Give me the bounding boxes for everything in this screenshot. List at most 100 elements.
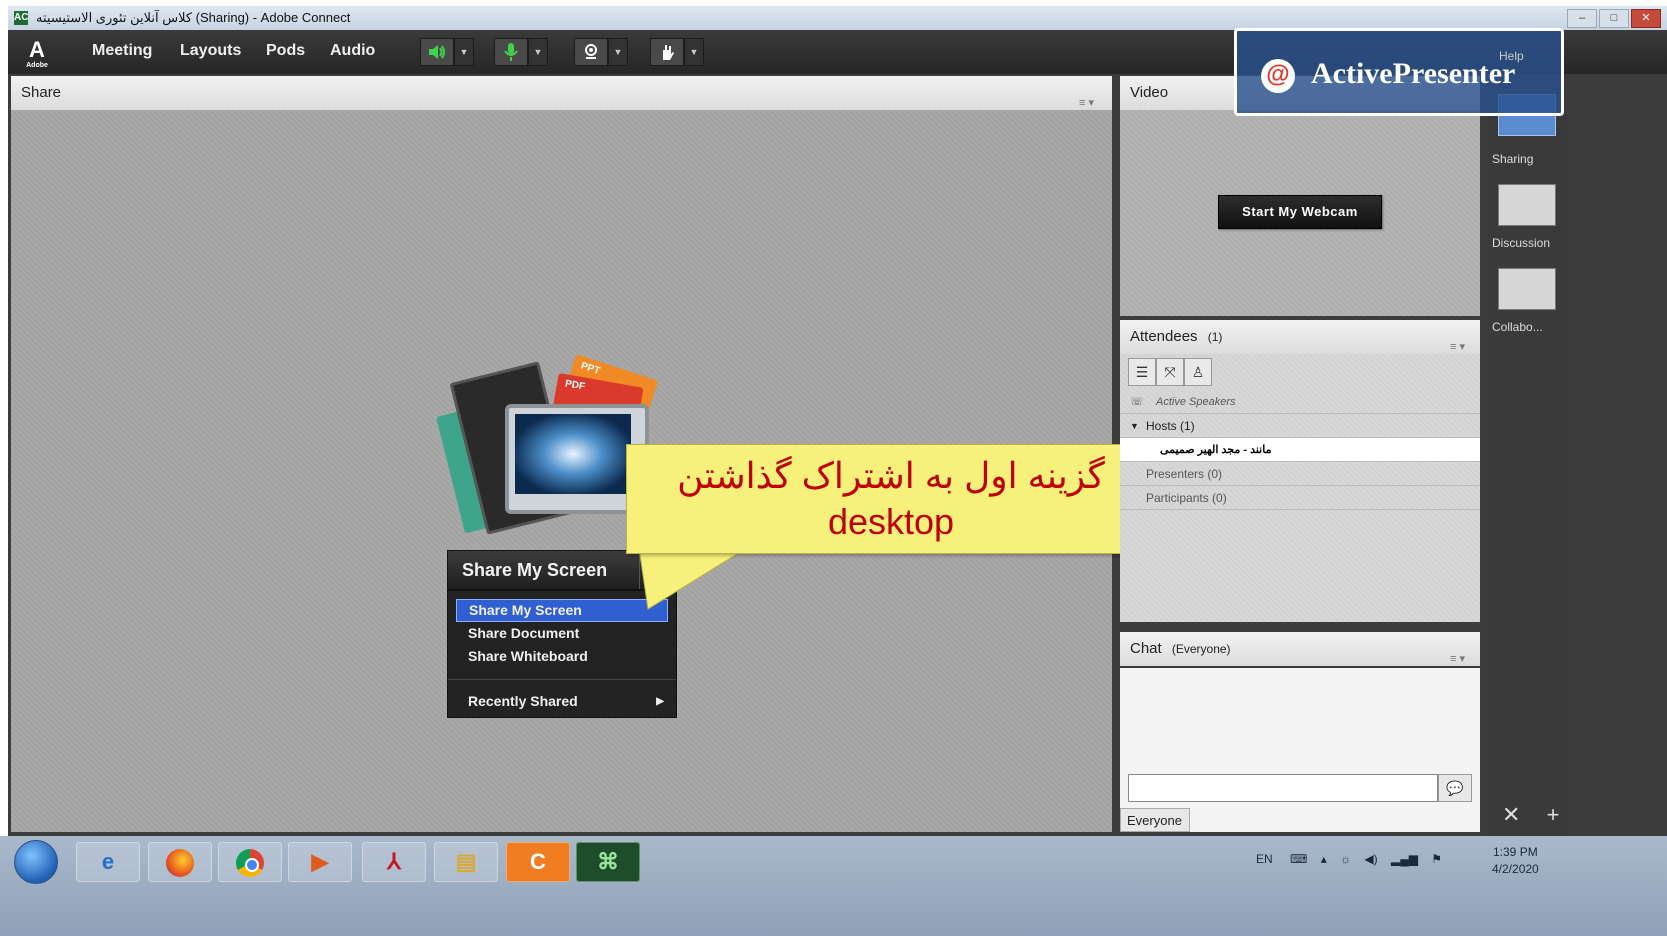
menu-pods[interactable]: Pods [266,42,305,60]
speaker-dropdown-icon[interactable]: ▼ [454,38,474,66]
callout-line-2: desktop [827,501,955,542]
chrome-icon[interactable] [218,842,282,882]
windows-taskbar: e ▶ ⅄ ▤ C ⌘ EN ⌨ ▴ ☼ ◀) ▂▄▆ ⚑ 1:39 PM 4/… [0,836,1667,936]
callout-box: گزینه اول به اشتراک گذاشتن desktop [626,444,1156,554]
help-link[interactable]: Help [1499,49,1524,63]
breakout-view-icon[interactable]: ⤧ [1156,358,1184,386]
flag-icon[interactable]: ⚑ [1431,852,1442,866]
presenters-group-row[interactable]: Presenters (0) [1120,462,1480,486]
close-button[interactable]: ✕ [1631,9,1661,28]
layout-sharing-label: Sharing [1492,152,1534,166]
recently-shared-label: Recently Shared [468,693,578,709]
menu-audio[interactable]: Audio [330,42,375,60]
raise-hand-icon[interactable] [650,38,684,66]
webcam-icon[interactable] [574,38,608,66]
menu-layouts[interactable]: Layouts [180,42,241,60]
active-speakers-icon: ☏ [1130,396,1144,408]
raise-hand-control: ▼ [650,38,704,66]
signal-icon[interactable]: ▂▄▆ [1391,852,1418,866]
video-pod-title: Video [1130,84,1169,101]
chat-send-icon[interactable]: 💬 [1438,774,1472,802]
system-clock[interactable]: 1:39 PM 4/2/2020 [1492,844,1539,878]
menu-item-share-document[interactable]: Share Document [456,622,668,645]
minimize-button[interactable]: – [1567,9,1597,28]
add-layout-icon[interactable]: + [1547,802,1560,827]
submenu-arrow-icon: ▶ [656,696,664,707]
microphone-dropdown-icon[interactable]: ▼ [528,38,548,66]
tray-expand-icon[interactable]: ▴ [1321,852,1327,866]
acrobat-icon[interactable]: ⅄ [362,842,426,882]
expand-arrow-icon[interactable]: ▼ [1130,414,1139,438]
hosts-group-row[interactable]: ▼ Hosts (1) [1120,414,1480,438]
microphone-control: ▼ [494,38,548,66]
activepresenter-logo-icon: @ [1261,59,1295,93]
menu-item-recently-shared[interactable]: Recently Shared ▶ [456,690,668,713]
host-attendee-name: مانند - مجد الهیر صمیمی [1160,444,1272,456]
chat-tab-everyone[interactable]: Everyone [1120,808,1190,832]
ppt-badge: PPT [579,360,602,377]
pdf-badge: PDF [564,378,586,393]
status-view-icon[interactable]: ♙ [1184,358,1212,386]
adobe-connect-window: AC کلاس آنلاین تئوری الاستیسیته (Sharing… [8,6,1667,936]
active-speakers-label: Active Speakers [1156,396,1236,408]
file-explorer-icon[interactable]: ▤ [434,842,498,882]
layout-collaboration-thumbnail[interactable] [1498,268,1556,310]
attendees-view-toolbar: ☰ ⤧ ♙ [1128,358,1212,386]
callout-line-1: گزینه اول به اشتراک گذاشتن [677,455,1105,496]
hosts-group-label: Hosts (1) [1146,419,1195,433]
language-indicator[interactable]: EN [1256,852,1273,866]
participants-group-row[interactable]: Participants (0) [1120,486,1480,510]
system-tray: EN ⌨ ▴ ☼ ◀) ▂▄▆ ⚑ [1256,852,1442,866]
raise-hand-dropdown-icon[interactable]: ▼ [684,38,704,66]
share-pod-header: Share ≡ ▾ [11,76,1112,110]
layout-settings-icon[interactable]: ✕ [1502,802,1520,827]
menu-item-share-whiteboard[interactable]: Share Whiteboard [456,645,668,668]
host-attendee-row[interactable]: مانند - مجد الهیر صمیمی [1120,438,1480,462]
adobe-logo: A Adobe [22,36,52,69]
webcam-dropdown-icon[interactable]: ▼ [608,38,628,66]
microphone-icon[interactable] [494,38,528,66]
list-view-icon[interactable]: ☰ [1128,358,1156,386]
layouts-bar: Sharing Discussion Collabo... [1488,74,1567,836]
media-player-icon[interactable]: ▶ [288,842,352,882]
app-icon: AC [14,11,29,25]
speaker-icon[interactable] [420,38,454,66]
webcam-control: ▼ [574,38,628,66]
adobe-logo-text: Adobe [26,62,48,69]
chat-message-input[interactable] [1128,774,1438,802]
clock-date: 4/2/2020 [1492,862,1539,876]
presenters-group-label: Presenters (0) [1146,467,1223,481]
activepresenter-icon[interactable]: C [506,842,570,882]
chat-pod-header: Chat (Everyone) ≡ ▾ [1120,632,1480,666]
keyboard-icon[interactable]: ⌨ [1290,852,1307,866]
attendees-pod-header: Attendees (1) ≡ ▾ [1120,320,1480,354]
attendees-pod-title: Attendees [1130,328,1198,345]
layout-collaboration-label: Collabo... [1492,320,1543,334]
share-my-screen-label: Share My Screen [462,560,608,580]
share-pod-title: Share [21,84,62,101]
start-webcam-button[interactable]: Start My Webcam [1218,195,1382,229]
activepresenter-watermark: @ ActivePresenter Help [1234,28,1564,116]
layout-tools: ✕ + [1502,802,1559,828]
firefox-icon[interactable] [148,842,212,882]
start-button[interactable] [14,840,58,884]
layout-discussion-thumbnail[interactable] [1498,184,1556,226]
adobe-connect-icon[interactable]: ⌘ [576,842,640,882]
maximize-button[interactable]: □ [1599,9,1629,28]
title-bar: AC کلاس آنلاین تئوری الاستیسیته (Sharing… [8,6,1667,30]
internet-explorer-icon[interactable]: e [76,842,140,882]
window-title: کلاس آنلاین تئوری الاستیسیته (Sharing) -… [36,10,351,25]
layout-discussion-label: Discussion [1492,236,1551,250]
chat-pod-title: Chat [1130,640,1162,657]
active-speakers-row: ☏ Active Speakers [1120,390,1480,414]
attendees-count: (1) [1207,330,1223,344]
menu-divider [448,679,676,680]
volume-icon[interactable]: ◀) [1364,852,1377,866]
clock-time: 1:39 PM [1493,845,1538,859]
window-controls: – □ ✕ [1567,9,1661,28]
network-icon[interactable]: ☼ [1340,852,1351,866]
adobe-logo-mark: A [29,37,45,62]
chat-scope-label: (Everyone) [1171,642,1231,656]
menu-meeting[interactable]: Meeting [92,42,152,60]
watermark-text: ActivePresenter [1311,57,1516,90]
